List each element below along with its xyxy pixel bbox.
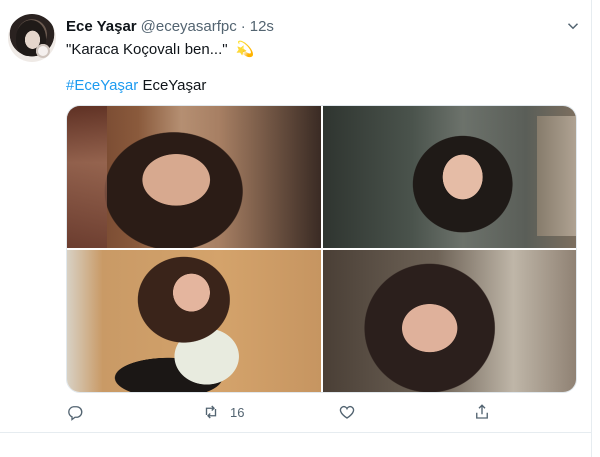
tweet-divider <box>0 432 592 433</box>
reply-icon <box>68 406 83 421</box>
reply-button[interactable] <box>66 400 94 424</box>
photo-4[interactable] <box>323 250 576 392</box>
tweet-time[interactable]: 12s <box>250 18 274 35</box>
retweet-button[interactable]: 16 <box>202 400 244 424</box>
like-icon <box>339 405 355 419</box>
hashtag-link[interactable]: #EceYaşar <box>66 77 138 94</box>
author-handle[interactable]: @eceyasarfpc <box>141 18 237 35</box>
retweet-count: 16 <box>230 404 245 420</box>
author-name[interactable]: Ece Yaşar <box>66 18 137 35</box>
tweet-quote: "Karaca Koçovalı ben..." <box>66 41 228 58</box>
separator-dot: · <box>240 17 246 35</box>
more-options-button[interactable] <box>563 16 583 36</box>
tweet-hashtag-line: #EceYaşar EceYaşar <box>66 76 206 96</box>
tweet-header: Ece Yaşar @eceyasarfpc · 12s <box>66 16 274 36</box>
avatar[interactable] <box>8 14 56 62</box>
photo-1[interactable] <box>67 106 321 248</box>
tweet-actions: 16 <box>66 400 586 424</box>
photo-3[interactable] <box>67 250 321 392</box>
more-icon <box>567 23 579 30</box>
hashtag-followup-text: EceYaşar <box>142 77 207 94</box>
like-button[interactable] <box>338 400 366 424</box>
share-button[interactable] <box>473 400 501 424</box>
share-icon <box>476 404 488 419</box>
tweet-text: "Karaca Koçovalı ben..." 💫 <box>66 40 566 60</box>
retweet-icon <box>205 405 217 419</box>
photo-2[interactable] <box>323 106 576 248</box>
timeline-border <box>591 0 592 457</box>
media-grid <box>66 105 577 393</box>
avatar-flower <box>36 44 50 58</box>
dizzy-emoji-icon: 💫 <box>235 41 255 58</box>
